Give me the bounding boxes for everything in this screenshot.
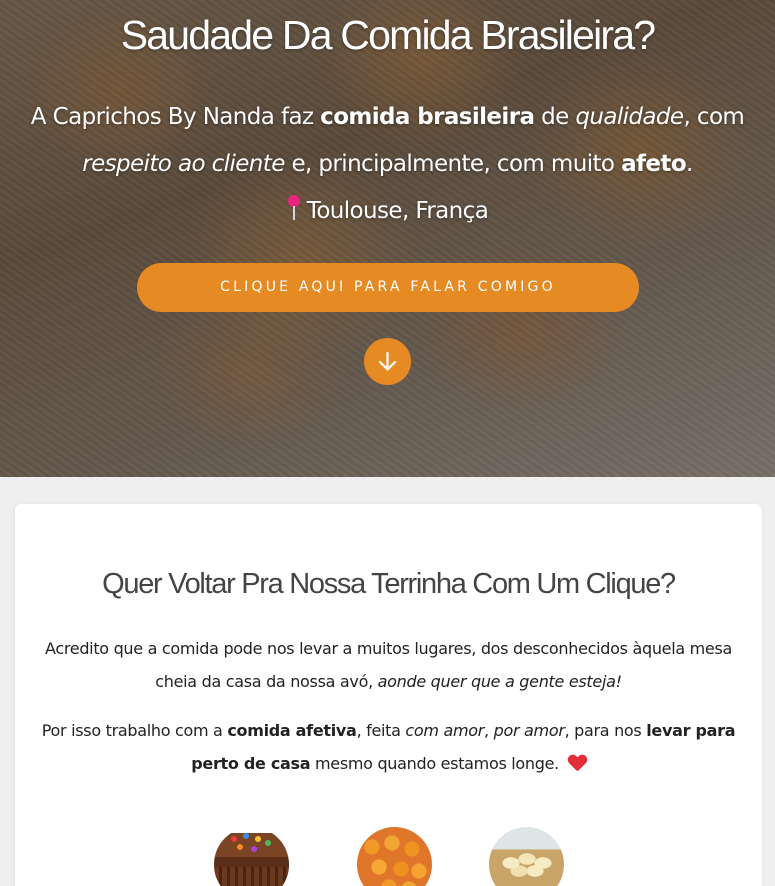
hero-text-part: A Caprichos By Nanda faz bbox=[30, 104, 321, 130]
hero-title: Saudade Da Comida Brasileira? bbox=[120, 12, 656, 58]
paragraph-italic: aonde quer que a gente esteja! bbox=[377, 672, 622, 691]
hero-text-part: . bbox=[686, 151, 693, 177]
paragraph-text: Por isso trabalho com a bbox=[41, 721, 228, 740]
brigadeiro-image[interactable] bbox=[357, 827, 432, 886]
cake-image[interactable] bbox=[214, 827, 289, 886]
intro-paragraph-2: Por isso trabalho com a comida afetiva, … bbox=[35, 714, 742, 780]
hero-text-part: e, principalmente, com muito bbox=[284, 151, 622, 177]
intro-paragraph-1: Acredito que a comida pode nos levar a m… bbox=[35, 632, 742, 698]
scroll-down-button[interactable] bbox=[364, 338, 411, 385]
hero-text-part: de bbox=[534, 104, 576, 130]
paragraph-text: , bbox=[484, 721, 494, 740]
bread-basket-image[interactable] bbox=[489, 827, 564, 886]
arrow-down-icon bbox=[378, 351, 397, 371]
hero-text-part: , com bbox=[683, 104, 745, 130]
food-gallery bbox=[15, 827, 762, 886]
hero-text-italic: respeito ao cliente bbox=[82, 151, 285, 177]
hero-description: A Caprichos By Nanda faz comida brasilei… bbox=[20, 94, 755, 235]
paragraph-text: mesmo quando estamos longe. bbox=[310, 754, 564, 773]
location-text: Toulouse, França bbox=[306, 198, 489, 224]
hero-banner: Saudade Da Comida Brasileira? A Capricho… bbox=[0, 0, 775, 477]
hero-text-bold: comida brasileira bbox=[320, 104, 535, 130]
paragraph-italic: por amor bbox=[493, 721, 565, 740]
heart-icon bbox=[568, 755, 586, 771]
paragraph-text: , para nos bbox=[564, 721, 647, 740]
intro-card: Quer Voltar Pra Nossa Terrinha Com Um Cl… bbox=[15, 504, 762, 886]
section-title: Quer Voltar Pra Nossa Terrinha Com Um Cl… bbox=[102, 568, 676, 600]
paragraph-text: , feita bbox=[356, 721, 406, 740]
pushpin-icon bbox=[287, 195, 301, 221]
paragraph-bold: comida afetiva bbox=[227, 721, 357, 740]
contact-button[interactable]: CLIQUE AQUI PARA FALAR COMIGO bbox=[137, 263, 639, 312]
hero-text-bold: afeto bbox=[621, 151, 687, 177]
paragraph-italic: com amor bbox=[405, 721, 485, 740]
hero-text-italic: qualidade bbox=[575, 104, 684, 130]
